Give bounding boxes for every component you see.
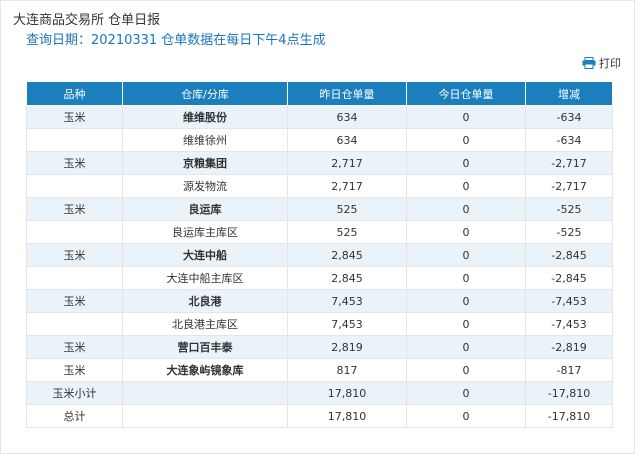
cell-change: -525	[525, 220, 613, 244]
cell-yesterday-qty: 2,845	[287, 266, 407, 290]
cell-variety: 玉米小计	[26, 381, 123, 405]
cell-yesterday-qty: 7,453	[287, 312, 407, 336]
cell-yesterday-qty: 817	[287, 358, 407, 382]
cell-change: -17,810	[525, 404, 613, 428]
cell-today-qty: 0	[406, 128, 526, 152]
column-header-variety: 品种	[26, 81, 123, 106]
cell-change: -2,819	[525, 335, 613, 359]
cell-change: -7,453	[525, 312, 613, 336]
cell-yesterday-qty: 2,717	[287, 174, 407, 198]
cell-today-qty: 0	[406, 174, 526, 198]
cell-today-qty: 0	[406, 243, 526, 267]
cell-today-qty: 0	[406, 312, 526, 336]
cell-variety: 玉米	[26, 197, 123, 221]
printer-icon	[582, 57, 596, 69]
table-row: 大连中船主库区 2,845 0 -2,845	[26, 266, 613, 290]
table-row: 玉米 良运库 525 0 -525	[26, 197, 613, 221]
cell-change: -817	[525, 358, 613, 382]
cell-today-qty: 0	[406, 197, 526, 221]
cell-variety	[26, 220, 123, 244]
cell-warehouse: 维维徐州	[122, 128, 288, 152]
cell-warehouse: 大连象屿镜象库	[122, 358, 288, 382]
table-row: 玉米 大连中船 2,845 0 -2,845	[26, 243, 613, 267]
warehouse-receipt-table: 品种 仓库/分库 昨日仓单量 今日仓单量 增减 玉米 维维股份 634 0 -634 维维…	[26, 81, 613, 428]
cell-variety	[26, 174, 123, 198]
cell-warehouse	[122, 381, 288, 405]
column-header-change: 增减	[525, 81, 613, 106]
cell-today-qty: 0	[406, 266, 526, 290]
cell-variety: 玉米	[26, 105, 123, 129]
cell-today-qty: 0	[406, 335, 526, 359]
cell-today-qty: 0	[406, 151, 526, 175]
cell-today-qty: 0	[406, 404, 526, 428]
cell-yesterday-qty: 7,453	[287, 289, 407, 313]
cell-warehouse: 大连中船主库区	[122, 266, 288, 290]
cell-yesterday-qty: 525	[287, 220, 407, 244]
query-date-subtitle: 查询日期：20210331 仓单数据在每日下午4点生成	[26, 33, 326, 48]
cell-warehouse: 北良港主库区	[122, 312, 288, 336]
cell-change: -634	[525, 128, 613, 152]
cell-variety: 玉米	[26, 151, 123, 175]
cell-yesterday-qty: 634	[287, 128, 407, 152]
cell-change: -2,717	[525, 174, 613, 198]
cell-yesterday-qty: 17,810	[287, 381, 407, 405]
table-row: 总计 17,810 0 -17,810	[26, 404, 613, 428]
cell-change: -2,845	[525, 266, 613, 290]
cell-variety: 玉米	[26, 289, 123, 313]
table-row: 玉米 营口百丰泰 2,819 0 -2,819	[26, 335, 613, 359]
cell-warehouse: 京粮集团	[122, 151, 288, 175]
cell-warehouse: 大连中船	[122, 243, 288, 267]
cell-today-qty: 0	[406, 220, 526, 244]
cell-today-qty: 0	[406, 289, 526, 313]
cell-yesterday-qty: 17,810	[287, 404, 407, 428]
cell-variety: 总计	[26, 404, 123, 428]
table-row: 源发物流 2,717 0 -2,717	[26, 174, 613, 198]
table-row: 玉米 京粮集团 2,717 0 -2,717	[26, 151, 613, 175]
cell-warehouse	[122, 404, 288, 428]
cell-today-qty: 0	[406, 358, 526, 382]
table-row: 玉米 维维股份 634 0 -634	[26, 105, 613, 129]
cell-change: -2,845	[525, 243, 613, 267]
page-title: 大连商品交易所 仓单日报	[13, 13, 161, 28]
cell-yesterday-qty: 2,717	[287, 151, 407, 175]
cell-today-qty: 0	[406, 381, 526, 405]
cell-warehouse: 良运库主库区	[122, 220, 288, 244]
cell-yesterday-qty: 2,819	[287, 335, 407, 359]
cell-yesterday-qty: 634	[287, 105, 407, 129]
cell-variety	[26, 266, 123, 290]
cell-change: -525	[525, 197, 613, 221]
cell-change: -7,453	[525, 289, 613, 313]
cell-warehouse: 源发物流	[122, 174, 288, 198]
cell-variety: 玉米	[26, 335, 123, 359]
table-header-row: 品种 仓库/分库 昨日仓单量 今日仓单量 增减	[26, 81, 613, 106]
cell-yesterday-qty: 525	[287, 197, 407, 221]
table-row: 北良港主库区 7,453 0 -7,453	[26, 312, 613, 336]
table-row: 玉米 大连象屿镜象库 817 0 -817	[26, 358, 613, 382]
table-row: 维维徐州 634 0 -634	[26, 128, 613, 152]
cell-change: -634	[525, 105, 613, 129]
cell-variety	[26, 312, 123, 336]
print-label: 打印	[599, 57, 621, 70]
cell-variety: 玉米	[26, 243, 123, 267]
cell-warehouse: 良运库	[122, 197, 288, 221]
cell-change: -2,717	[525, 151, 613, 175]
cell-today-qty: 0	[406, 105, 526, 129]
cell-variety: 玉米	[26, 358, 123, 382]
cell-warehouse: 维维股份	[122, 105, 288, 129]
cell-warehouse: 北良港	[122, 289, 288, 313]
cell-change: -17,810	[525, 381, 613, 405]
table-row: 玉米小计 17,810 0 -17,810	[26, 381, 613, 405]
column-header-warehouse: 仓库/分库	[122, 81, 288, 106]
column-header-today: 今日仓单量	[406, 81, 526, 106]
cell-variety	[26, 128, 123, 152]
cell-warehouse: 营口百丰泰	[122, 335, 288, 359]
cell-yesterday-qty: 2,845	[287, 243, 407, 267]
column-header-yesterday: 昨日仓单量	[287, 81, 407, 106]
table-row: 良运库主库区 525 0 -525	[26, 220, 613, 244]
print-button[interactable]: 打印	[582, 55, 621, 71]
table-row: 玉米 北良港 7,453 0 -7,453	[26, 289, 613, 313]
